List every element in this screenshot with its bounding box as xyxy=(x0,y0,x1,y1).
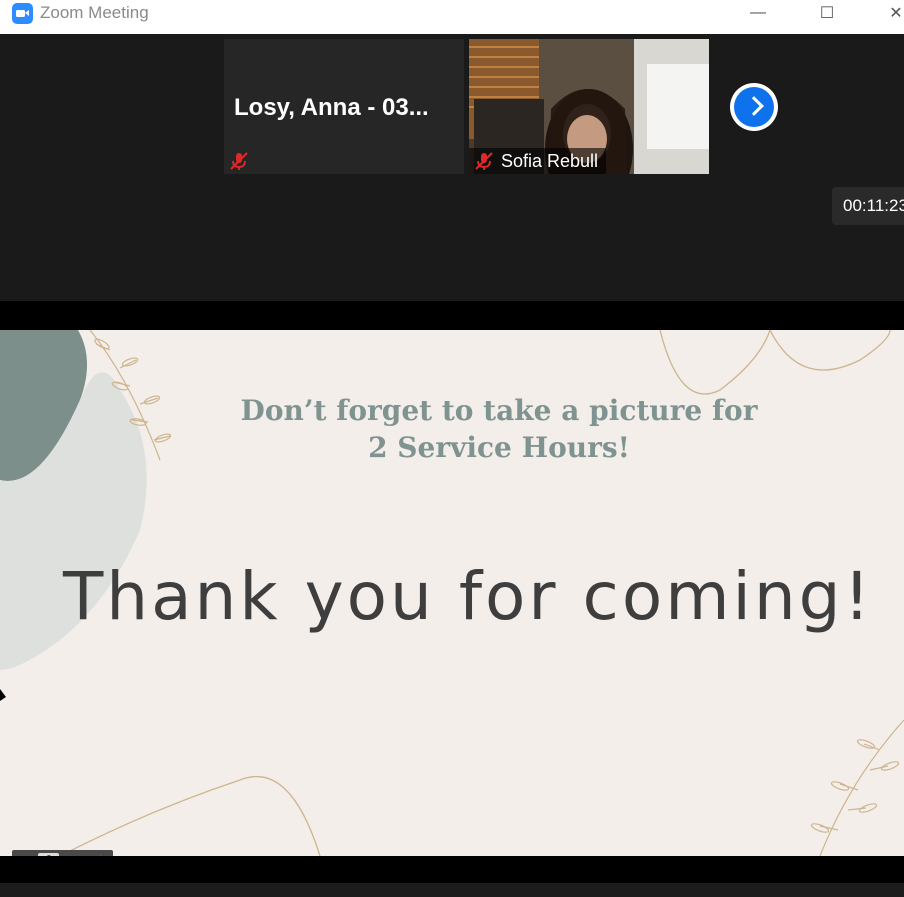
mic-muted-icon xyxy=(475,152,493,170)
mouse-cursor-icon xyxy=(0,689,6,701)
window-title: Zoom Meeting xyxy=(40,3,149,22)
minimize-button[interactable]: — xyxy=(735,0,781,26)
participant-gallery: Losy, Anna - 03... Sofia Rebull 00:11:23 xyxy=(0,34,904,301)
shared-screen-slide: Don’t forget to take a picture for 2 Ser… xyxy=(0,330,904,856)
bottom-strip xyxy=(0,883,904,897)
title-bar: Zoom Meeting — ☐ ✕ xyxy=(0,0,904,34)
maximize-button[interactable]: ☐ xyxy=(804,0,850,26)
participant-name: Losy, Anna - 03... xyxy=(234,94,429,121)
next-page-button[interactable] xyxy=(730,83,778,131)
close-button[interactable]: ✕ xyxy=(873,0,904,26)
mic-muted-icon xyxy=(230,152,248,170)
participant-name: Sofia Rebull xyxy=(501,150,599,171)
meeting-timer: 00:11:23 xyxy=(832,187,904,225)
slide-subtitle-line1: Don’t forget to take a picture for xyxy=(240,394,758,427)
slide-subtitle-line2: 2 Service Hours! xyxy=(368,431,630,464)
slide-headline: Thank you for coming! xyxy=(62,558,874,635)
slide-subtitle: Don’t forget to take a picture for 2 Ser… xyxy=(200,392,798,466)
divider-bar xyxy=(0,301,904,330)
participant-name-tag: Sofia Rebull xyxy=(469,148,607,174)
participant-tile-sofia[interactable]: Sofia Rebull xyxy=(469,39,709,174)
participant-tile-anna[interactable]: Losy, Anna - 03... xyxy=(224,39,464,174)
zoom-logo-icon xyxy=(12,3,33,24)
